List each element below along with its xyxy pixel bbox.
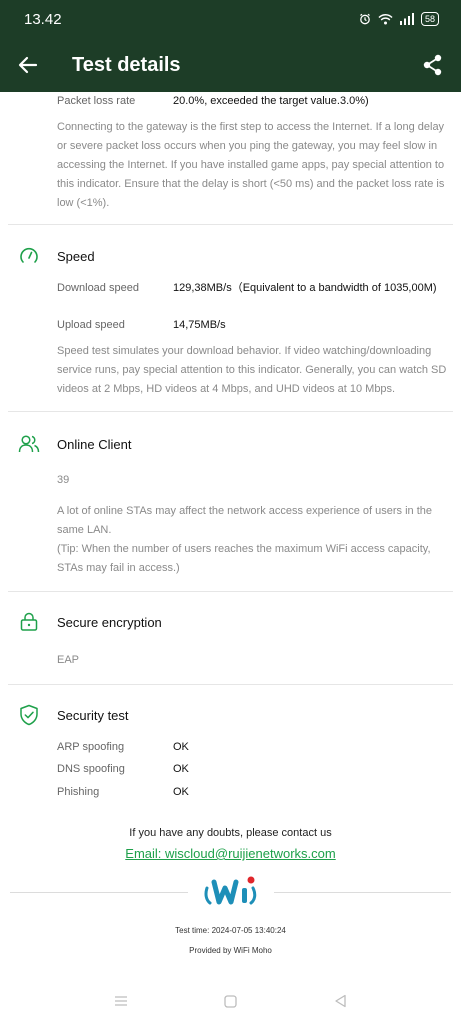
upload-speed-value: 14,75MB/s [173,319,226,331]
online-client-section-icon [18,433,40,455]
app-bar: Test details [0,38,461,92]
speed-section-icon [18,245,40,267]
security-test-section-icon [18,704,40,726]
arp-spoofing-value: OK [173,741,189,753]
contact-text: If you have any doubts, please contact u… [129,827,332,839]
online-client-title: Online Client [57,437,132,452]
speedometer-icon [20,247,38,263]
packet-loss-row: Packet loss rate 20.0%, exceeded the tar… [57,94,447,109]
battery-icon: 58 [420,12,439,26]
logo-divider-left [10,891,188,893]
upload-speed-label: Upload speed [57,319,125,331]
logo-divider-right [273,891,451,893]
divider [8,591,453,592]
menu-icon [114,996,127,1006]
download-speed-row: Download speed 129,38MB/s（Equivalent to … [57,281,447,296]
encryption-value: EAP [57,654,80,666]
encryption-title: Secure encryption [57,615,162,630]
menu-nav-button[interactable] [110,990,132,1012]
page-title: Test details [72,53,181,76]
logo-row [0,872,461,912]
home-nav-button[interactable] [220,990,242,1012]
divider [8,684,453,685]
shield-check-icon [20,704,38,726]
share-button[interactable] [405,38,461,92]
security-test-title: Security test [57,708,129,723]
status-time: 13.42 [24,10,62,28]
download-speed-value: 129,38MB/s（Equivalent to a bandwidth of … [173,282,437,294]
phishing-row: Phishing OK [57,785,447,800]
gateway-description: Connecting to the gateway is the first s… [57,121,445,209]
share-icon [423,54,442,76]
provided-by: Provided by WiFi Moho [189,946,272,955]
contact-email-link[interactable]: Email: wiscloud@ruijienetworks.com [0,846,461,861]
phishing-label: Phishing [57,786,100,798]
back-triangle-icon [335,994,346,1008]
online-client-description: A lot of online STAs may affect the netw… [57,505,433,536]
arp-spoofing-label: ARP spoofing [57,741,125,753]
arrow-left-icon [18,56,38,74]
arp-spoofing-row: ARP spoofing OK [57,740,447,755]
online-client-tip: (Tip: When the number of users reaches t… [57,543,431,574]
speed-title: Speed [57,249,95,264]
speed-description: Speed test simulates your download behav… [57,345,447,395]
wifi-icon [378,13,393,25]
users-icon [18,435,40,453]
divider [8,224,453,225]
packet-loss-label: Packet loss rate [57,95,136,107]
upload-speed-row: Upload speed 14,75MB/s [57,318,447,333]
divider [8,411,453,412]
packet-loss-value: 20.0%, exceeded the target value.3.0%) [173,95,369,107]
signal-icon [399,13,414,25]
lock-icon [20,612,38,631]
status-icons: 58 [359,12,439,26]
encryption-section-icon [18,611,40,633]
back-button[interactable] [0,38,56,92]
download-speed-label: Download speed [57,282,139,294]
home-square-icon [224,994,237,1008]
dns-spoofing-label: DNS spoofing [57,763,125,775]
online-client-count: 39 [57,474,70,486]
dns-spoofing-value: OK [173,763,189,775]
status-bar: 13.42 58 [0,0,461,38]
dns-spoofing-row: DNS spoofing OK [57,762,447,777]
system-nav-bar [0,986,461,1016]
test-time: Test time: 2024-07-05 13:40:24 [175,926,286,935]
back-nav-button[interactable] [330,990,352,1012]
alarm-icon [360,13,370,25]
wifi-moho-logo [198,874,264,910]
phishing-value: OK [173,786,189,798]
